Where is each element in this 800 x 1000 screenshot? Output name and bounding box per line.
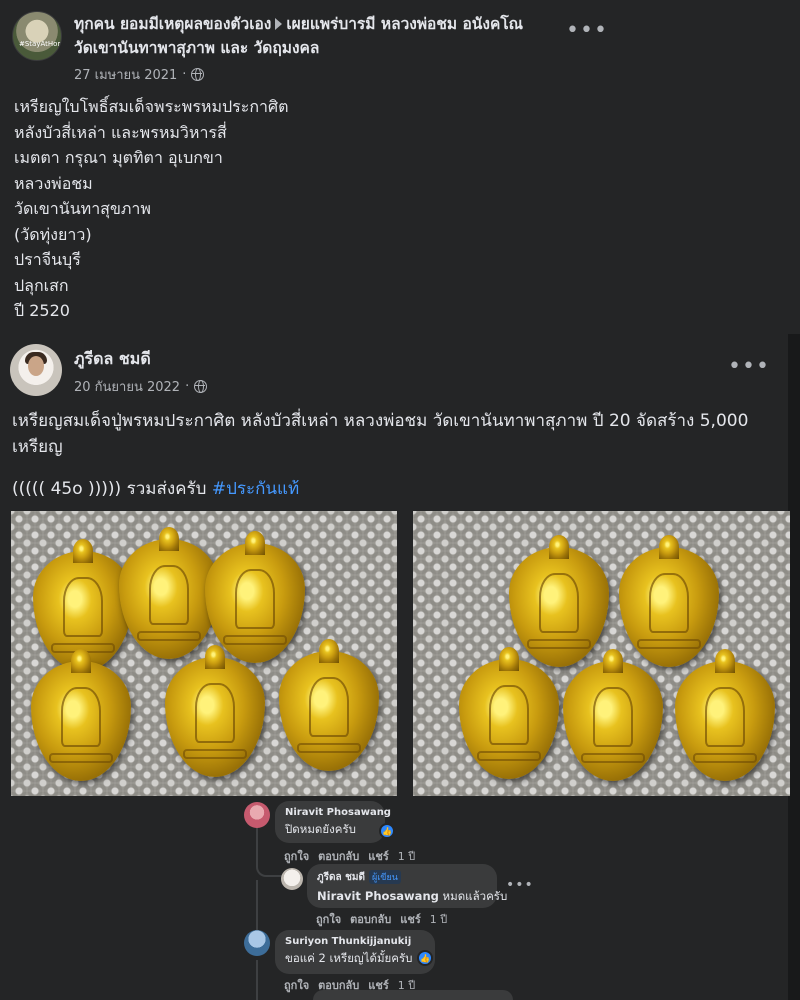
globe-icon <box>191 68 205 81</box>
author-badge: ผู้เขียน <box>368 870 401 884</box>
coin-image <box>205 531 305 663</box>
comment-text: ขอแค่ 2 เหรียญได้มั้ยครับ <box>285 951 413 965</box>
like-button[interactable]: ถูกใจ <box>284 847 309 865</box>
coin-image <box>119 527 219 659</box>
post-line: ปลุกเสก <box>14 275 69 295</box>
like-button[interactable]: ถูกใจ <box>316 910 341 928</box>
thread-line <box>256 960 258 1000</box>
like-button[interactable]: ถูกใจ <box>284 976 309 994</box>
author-avatar[interactable] <box>10 344 62 396</box>
globe-icon <box>194 380 208 393</box>
coin-image <box>459 647 559 779</box>
post-title[interactable]: ทุกคน ยอมมีเหตุผลของตัวเอง เผยแพร่บารมี ห… <box>74 12 544 60</box>
post-text: เหรียญสมเด็จปู่พรหมประกาศิต หลังบัวสี่เห… <box>12 411 749 457</box>
comment-time[interactable]: 1 ปี <box>398 847 415 865</box>
comment-actions: ถูกใจ ตอบกลับ แชร์ 1 ปี <box>284 847 415 865</box>
coin-image <box>165 645 265 777</box>
post-line: เมตตา กรุณา มุตทิตา อุเบกขา <box>14 148 223 167</box>
post-line: ปี 2520 <box>14 301 70 320</box>
commenter-name[interactable]: Suriyon Thunkijjanukij <box>285 936 425 947</box>
coin-image <box>563 649 663 781</box>
avatar-tag: #StayAtHome <box>19 40 61 48</box>
post-date[interactable]: 20 กันยายน 2022 <box>74 376 180 397</box>
post-line: หลังบัวสี่เหล่า และพรหมวิหารสี่ <box>14 122 227 142</box>
more-options-icon[interactable]: ••• <box>566 20 608 42</box>
comment-time[interactable]: 1 ปี <box>430 910 447 928</box>
coin-image <box>619 535 719 667</box>
post-line: วัดเขานันทาสุขภาพ <box>14 199 151 218</box>
reply-button[interactable]: ตอบกลับ <box>318 847 359 865</box>
post-meta: 20 กันยายน 2022 · <box>74 376 208 397</box>
price-text: ((((( 45o ))))) รวมส่งครับ <box>12 479 207 499</box>
share-button[interactable]: แชร์ <box>400 910 420 928</box>
reply-input[interactable] <box>313 990 513 1000</box>
share-button[interactable]: แชร์ <box>368 847 388 865</box>
coin-image <box>31 649 131 781</box>
page-avatar[interactable]: #StayAtHome <box>12 11 62 61</box>
thread-connector <box>256 849 282 877</box>
comment-bubble: Niravit Phosawang ปิดหมดยังครับ <box>275 801 391 843</box>
commenter-avatar[interactable] <box>244 802 270 828</box>
comment-bubble: ภูรีดล ชมดี ผู้เขียน Niravit Phosawang หม… <box>307 864 507 908</box>
post-meta: 27 เมษายน 2021 · <box>74 64 205 85</box>
author-name[interactable]: ภูรีดล ชมดี <box>74 347 151 372</box>
more-options-icon[interactable]: ••• <box>506 877 534 893</box>
comment-text: ปิดหมดยังครับ <box>285 822 356 836</box>
like-icon[interactable]: 👍 <box>417 950 433 966</box>
comment-actions: ถูกใจ ตอบกลับ แชร์ 1 ปี <box>316 910 447 928</box>
commenter-avatar[interactable] <box>281 868 303 890</box>
comment-text: หมดแล้วครับ <box>442 889 508 903</box>
arrow-right-icon <box>275 18 283 30</box>
post-photo-back[interactable] <box>413 511 790 796</box>
coin-image <box>509 535 609 667</box>
post-line: เหรียญใบโพธิ์สมเด็จพระพรหมประกาศิต <box>14 97 289 116</box>
mention-link[interactable]: Niravit Phosawang <box>317 889 439 903</box>
post-line: หลวงพ่อชม <box>14 173 93 193</box>
post-photo-front[interactable] <box>11 511 397 796</box>
coin-image <box>279 639 379 771</box>
reply-button[interactable]: ตอบกลับ <box>350 910 391 928</box>
coin-image <box>675 649 775 781</box>
commenter-name[interactable]: Niravit Phosawang <box>285 807 391 818</box>
post-date[interactable]: 27 เมษายน 2021 <box>74 64 177 85</box>
hashtag-link[interactable]: #ประกันแท้ <box>212 479 299 499</box>
post-body: เหรียญใบโพธิ์สมเด็จพระพรหมประกาศิต หลังบ… <box>14 94 289 324</box>
group-name[interactable]: ทุกคน ยอมมีเหตุผลของตัวเอง <box>74 15 271 33</box>
more-options-icon[interactable]: ••• <box>728 356 770 378</box>
like-icon[interactable]: 👍 <box>379 823 395 839</box>
post-price: ((((( 45o ))))) รวมส่งครับ #ประกันแท้ <box>12 475 299 502</box>
commenter-name[interactable]: ภูรีดล ชมดี <box>317 872 365 883</box>
post-line: ปราจีนบุรี <box>14 250 81 269</box>
comment-bubble: Suriyon Thunkijjanukij ขอแค่ 2 เหรียญได้… <box>275 930 435 974</box>
post-line: (วัดทุ่งยาว) <box>14 224 92 244</box>
commenter-avatar[interactable] <box>244 930 270 956</box>
